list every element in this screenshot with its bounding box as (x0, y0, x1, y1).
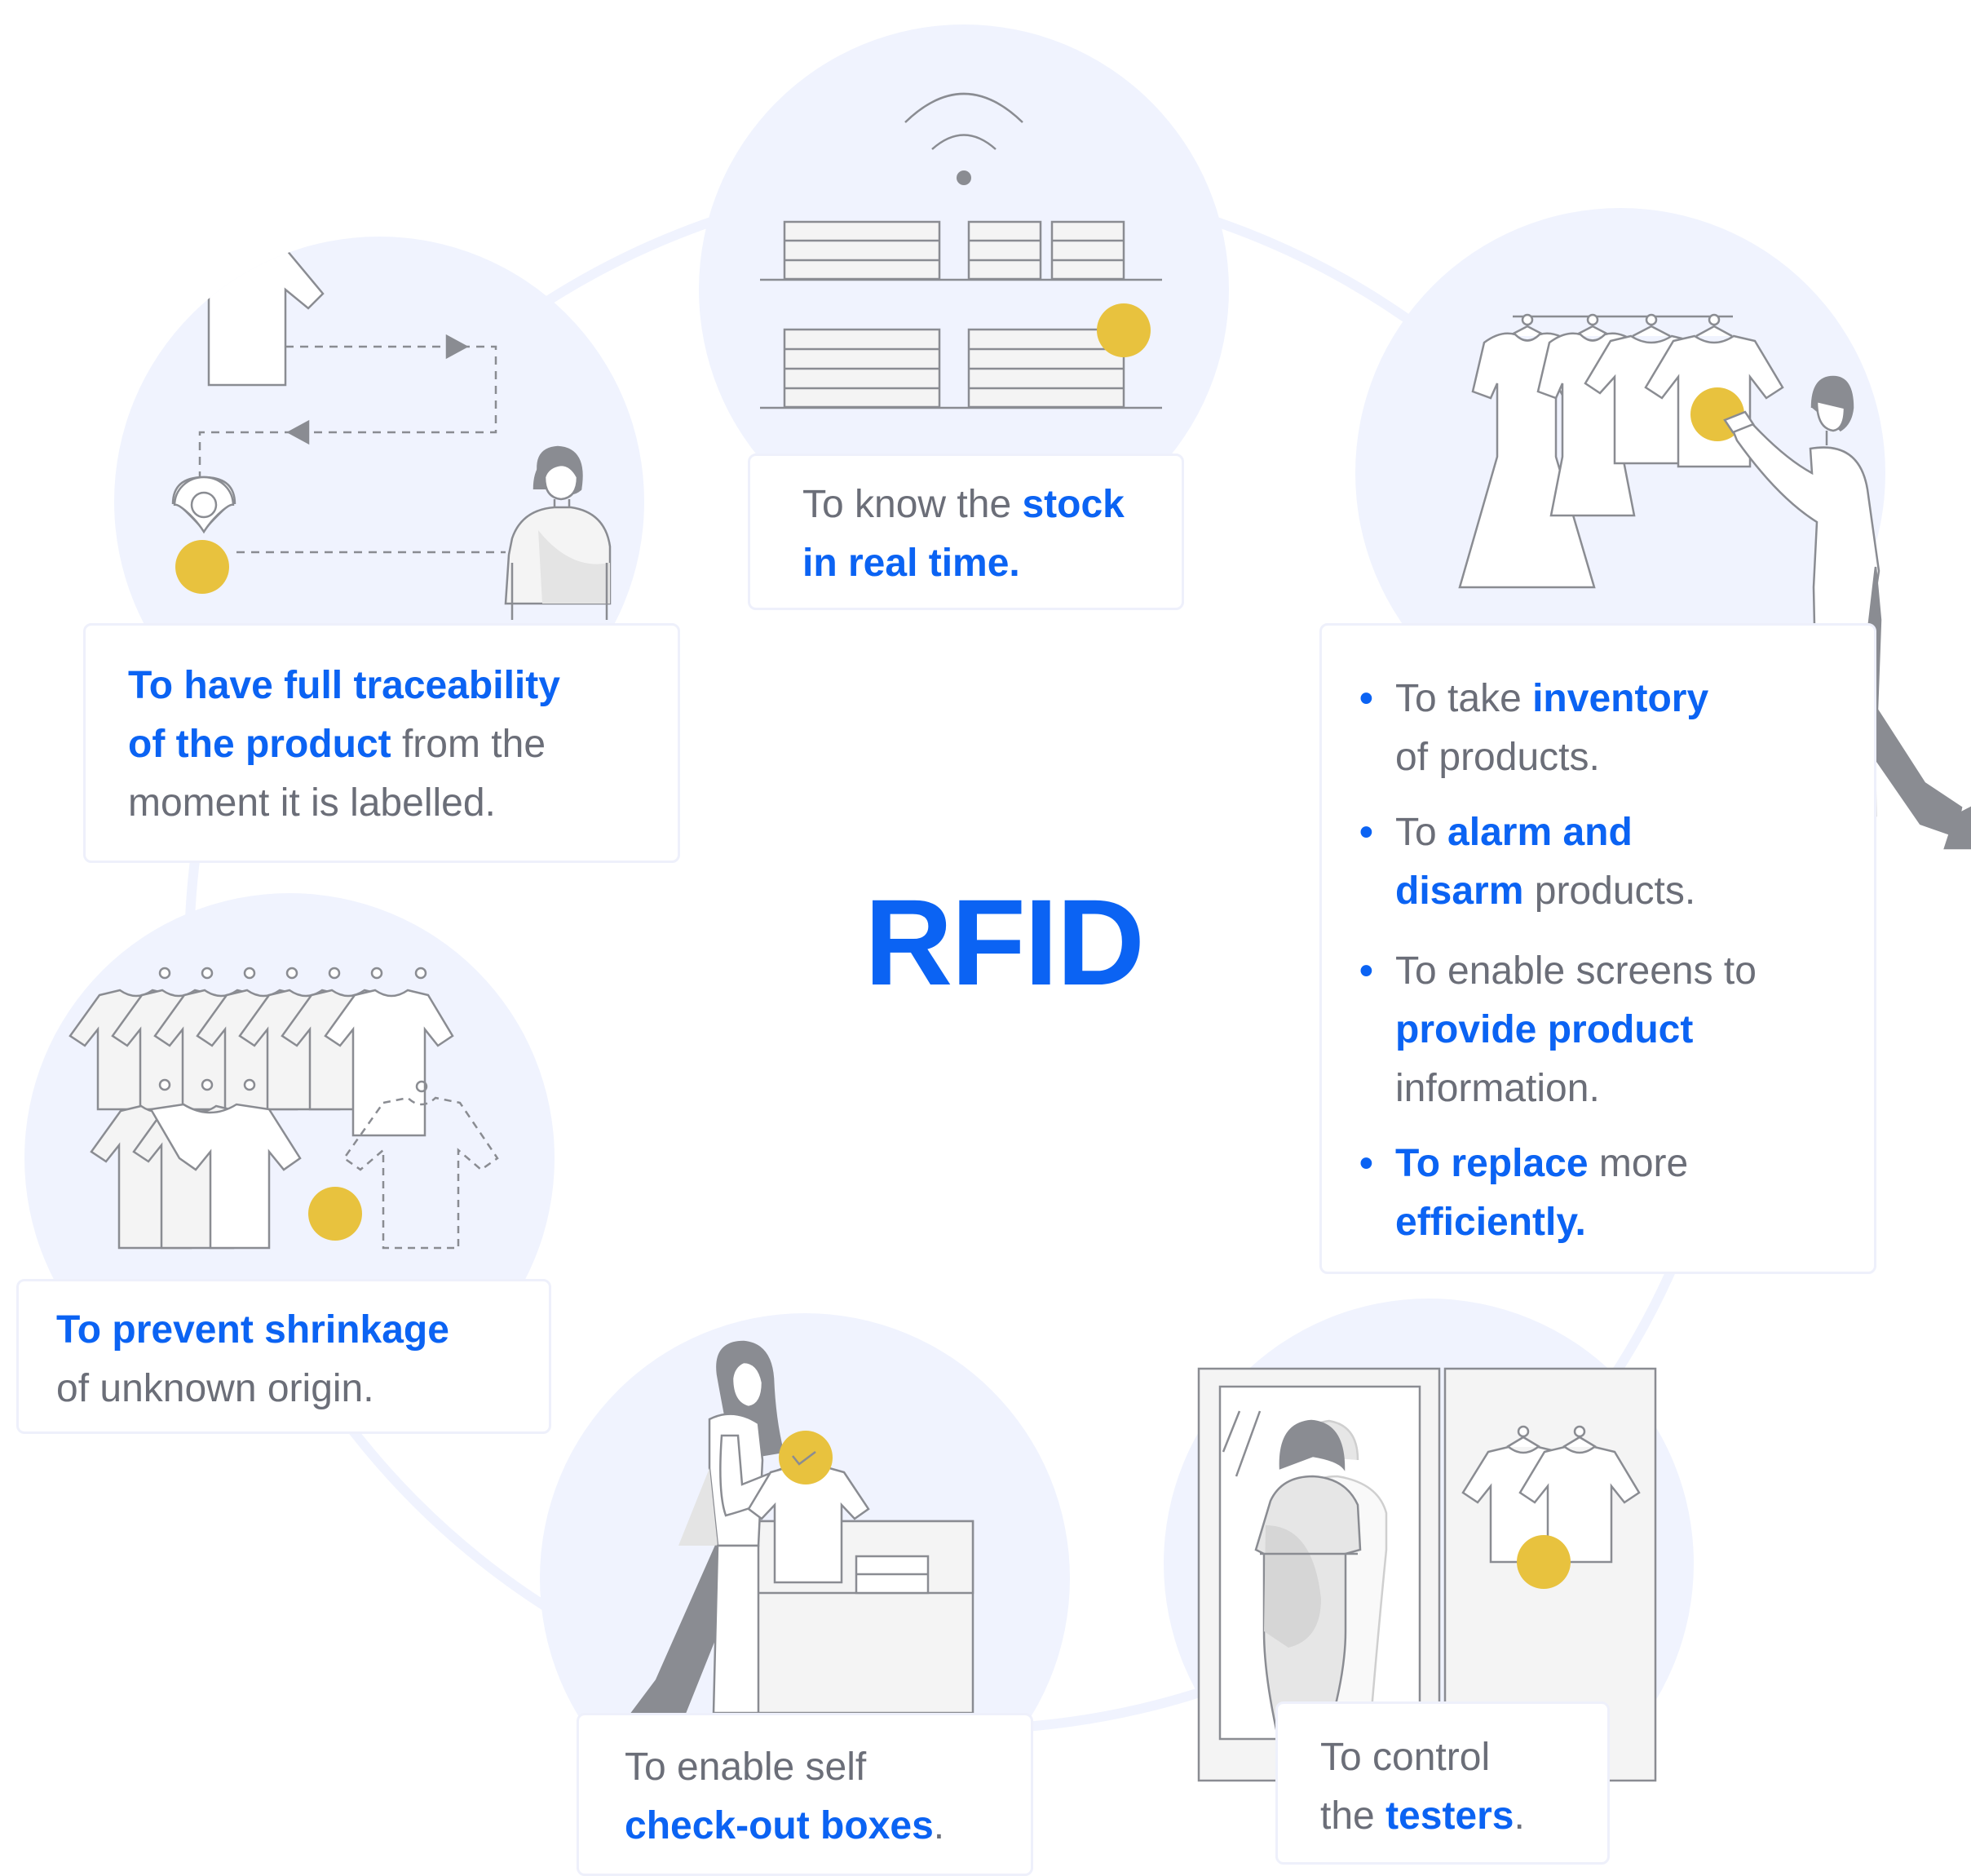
card-highlight: in real time. (802, 542, 1020, 585)
card-traceability: To have full traceability of the product… (83, 623, 680, 863)
rfid-tag-icon (175, 540, 229, 594)
card-highlight: efficiently. (1395, 1201, 1586, 1244)
card-highlight: To have full traceability (128, 664, 560, 707)
card-text: information. (1395, 1067, 1600, 1110)
list-item-alarm: To alarm and disarm products. (1359, 803, 1874, 921)
card-text: To (1395, 811, 1448, 854)
card-text: To enable screens to (1395, 949, 1757, 993)
list-item-replace: To replace more efficiently. (1359, 1135, 1874, 1252)
card-shrinkage: To prevent shrinkage of unknown origin. (16, 1279, 551, 1434)
diagram-title: RFID (864, 874, 1145, 1011)
card-highlight: disarm (1395, 869, 1524, 913)
rfid-tag-icon (1517, 1535, 1571, 1589)
card-text: . (1514, 1794, 1525, 1838)
card-text: To know the (802, 483, 1023, 526)
card-text: the (1320, 1794, 1386, 1838)
card-highlight: check-out boxes (625, 1804, 934, 1847)
card-text: . (933, 1804, 945, 1847)
rfid-tag-icon (1097, 303, 1151, 357)
card-highlight: provide product (1395, 1008, 1694, 1051)
card-text: To control (1320, 1736, 1491, 1779)
card-stock: To know the stock in real time. (748, 454, 1184, 610)
card-text: To enable self (625, 1745, 867, 1789)
card-highlight: alarm and (1447, 811, 1633, 854)
card-text: from the (391, 723, 546, 766)
benefit-list: To take inventory of products. To alarm … (1359, 670, 1874, 1252)
card-checkout: To enable self check-out boxes. (577, 1713, 1033, 1876)
card-text: moment it is labelled. (128, 781, 496, 825)
card-text: of unknown origin. (56, 1367, 374, 1410)
list-item-screens: To enable screens to provide product inf… (1359, 942, 1874, 1118)
card-text: To take (1395, 677, 1533, 720)
card-inventory-list: To take inventory of products. To alarm … (1319, 623, 1876, 1274)
card-highlight: of the product (128, 723, 391, 766)
card-text: of products. (1395, 736, 1600, 779)
card-text: more (1588, 1142, 1689, 1185)
card-text: products. (1523, 869, 1696, 913)
card-highlight: stock (1022, 483, 1125, 526)
card-highlight: inventory (1532, 677, 1709, 720)
card-highlight: To replace (1395, 1142, 1589, 1185)
rfid-tag-icon (779, 1431, 833, 1484)
card-highlight: testers (1385, 1794, 1514, 1838)
tshirt-rack-lower (90, 1103, 302, 1250)
rfid-tag-icon (308, 1187, 362, 1241)
card-highlight: To prevent shrinkage (56, 1308, 449, 1352)
card-testers: To control the testers. (1275, 1701, 1610, 1865)
list-item-inventory: To take inventory of products. (1359, 670, 1874, 787)
